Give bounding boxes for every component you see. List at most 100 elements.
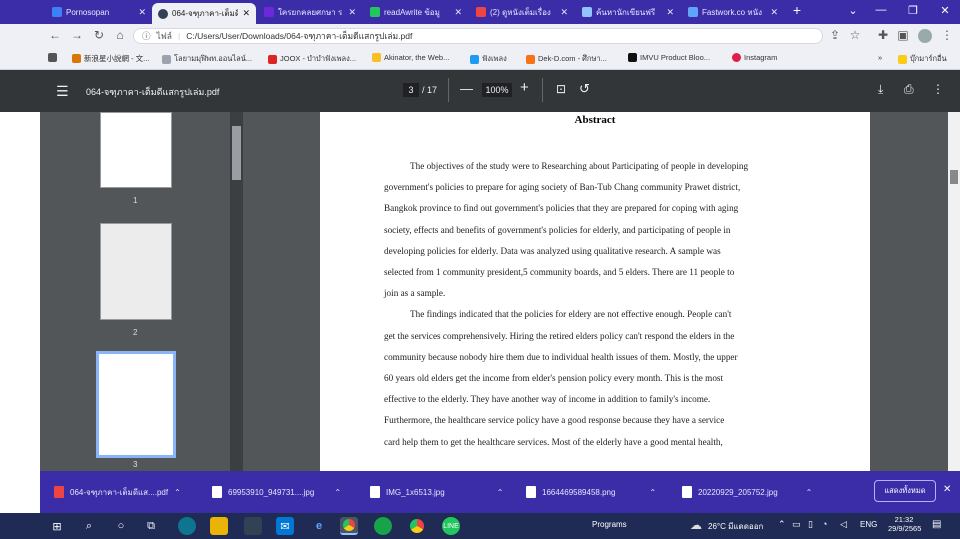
- extensions-icon[interactable]: ✚: [874, 28, 892, 42]
- close-icon[interactable]: ✕: [138, 7, 146, 18]
- reload-icon[interactable]: ↻: [90, 28, 108, 42]
- window-close-button[interactable]: ✕: [930, 4, 960, 17]
- close-icon[interactable]: ✕: [770, 7, 778, 18]
- show-all-downloads-button[interactable]: แสดงทั้งหมด: [874, 480, 936, 502]
- close-icon[interactable]: ✕: [454, 7, 462, 18]
- tab-favicon-icon: [582, 7, 592, 17]
- maximize-button[interactable]: ❐: [898, 4, 928, 17]
- rotate-icon[interactable]: ↺: [579, 81, 590, 97]
- download-item[interactable]: 064-จฑุภาคา-เต็มดีแส....pdf ⌃: [54, 483, 181, 501]
- file-explorer-icon[interactable]: [210, 517, 228, 535]
- back-icon[interactable]: ←: [46, 28, 64, 42]
- thumbnail-page-3[interactable]: [96, 351, 176, 458]
- tab-4[interactable]: (2) ดูหนังเต็มเรื่อง ✕: [470, 2, 574, 22]
- minimize-button[interactable]: —: [866, 4, 896, 16]
- bookmark-star-icon[interactable]: ☆: [846, 28, 864, 42]
- chevron-up-icon[interactable]: ⌃: [806, 488, 813, 497]
- text-line: effective to the elderly. They have anot…: [384, 394, 711, 405]
- new-tab-button[interactable]: +: [782, 2, 812, 18]
- tab-label: (2) ดูหนังเต็มเรื่อง: [490, 7, 551, 17]
- wifi-icon[interactable]: ◔: [822, 519, 827, 529]
- tab-search-icon[interactable]: ⌄: [838, 4, 868, 17]
- app-icon[interactable]: [374, 517, 392, 535]
- bookmarks-overflow-icon[interactable]: »: [878, 53, 882, 62]
- bookmark-item[interactable]: Dek-D.com - ศึกษา...: [526, 53, 607, 65]
- avatar[interactable]: [918, 29, 932, 43]
- share-icon[interactable]: ⇪: [826, 28, 844, 42]
- language-indicator[interactable]: ENG: [860, 520, 877, 529]
- store-icon[interactable]: [244, 517, 262, 535]
- bookmark-item[interactable]: 新浪星小說網 - 文...: [72, 53, 149, 64]
- menu-hamburger-icon[interactable]: ☰: [56, 83, 69, 100]
- tray-chevron-icon[interactable]: ⌃: [778, 519, 786, 530]
- edge-icon[interactable]: [178, 517, 196, 535]
- apps-icon[interactable]: [48, 53, 57, 62]
- viewer-scrollbar[interactable]: [948, 112, 960, 471]
- weather-label[interactable]: 26°C มีแดดออก: [708, 520, 763, 533]
- tab-6[interactable]: Fastwork.co หนัง ✕: [682, 2, 784, 22]
- download-item[interactable]: 69953910_949731....jpg ⌃: [212, 483, 341, 501]
- bookmark-item[interactable]: JOOX - บำบำฟังเพลง...: [268, 53, 356, 65]
- zoom-out-button[interactable]: —: [460, 81, 473, 96]
- bookmark-item[interactable]: IMVU Product Bloo...: [628, 53, 710, 62]
- bookmark-item[interactable]: ฟังเพลง: [470, 53, 507, 65]
- bookmark-item[interactable]: Akinator, the Web...: [372, 53, 449, 62]
- sidepanel-icon[interactable]: ▣: [894, 28, 912, 42]
- tab-0[interactable]: Pornosopan ✕: [46, 2, 152, 22]
- zoom-in-button[interactable]: +: [520, 79, 529, 96]
- notification-icon[interactable]: ▤: [932, 519, 941, 530]
- cortana-icon[interactable]: ○: [112, 517, 130, 535]
- task-view-icon[interactable]: ⧉: [142, 517, 160, 535]
- bookmark-item[interactable]: โลยามมุฬิพท.ออนไลน์...: [162, 53, 252, 65]
- viewer-scroll-thumb[interactable]: [950, 170, 958, 184]
- thumbnail-page-2[interactable]: [100, 223, 172, 320]
- chevron-up-icon[interactable]: ⌃: [649, 488, 656, 497]
- sidebar-scroll-thumb[interactable]: [232, 126, 241, 180]
- omnibox[interactable]: ⓘ ไฟล์ | C:/Users/User/Downloads/064-จฑุ…: [133, 28, 823, 44]
- fit-page-icon[interactable]: ⊡: [556, 82, 566, 96]
- mail-icon[interactable]: ✉: [276, 517, 294, 535]
- close-downloads-icon[interactable]: ✕: [943, 484, 951, 495]
- thumbnail-label: 3: [133, 460, 138, 469]
- search-icon[interactable]: ⌕: [80, 517, 98, 535]
- chevron-up-icon[interactable]: ⌃: [334, 488, 341, 497]
- menu-icon[interactable]: ⋮: [938, 28, 956, 42]
- taskbar-search-label[interactable]: Programs: [592, 520, 627, 529]
- forward-icon[interactable]: →: [68, 28, 86, 42]
- download-item[interactable]: 20220929_205752.jpg ⌃: [682, 483, 812, 501]
- more-options-icon[interactable]: ⋮: [932, 82, 944, 96]
- print-icon[interactable]: ⎙: [904, 82, 914, 97]
- tab-1[interactable]: 064-จฑุภาคา-เต็มดี ✕: [152, 3, 256, 24]
- download-item[interactable]: 1664469589458.png ⌃: [526, 483, 656, 501]
- ie-icon[interactable]: e: [310, 517, 328, 535]
- network-icon[interactable]: ▭: [792, 519, 801, 530]
- info-icon[interactable]: ⓘ: [142, 30, 151, 42]
- zoom-input[interactable]: 100%: [482, 83, 512, 97]
- battery-icon[interactable]: ▯: [808, 519, 813, 530]
- close-icon[interactable]: ✕: [560, 7, 568, 18]
- close-icon[interactable]: ✕: [242, 8, 250, 19]
- tab-5[interactable]: ค้นหานักเขียนฟรี ✕: [576, 2, 680, 22]
- download-icon[interactable]: ⤓: [878, 82, 883, 97]
- tab-3[interactable]: readAwrite ข้อมู ✕: [364, 2, 468, 22]
- chrome-icon[interactable]: [340, 517, 358, 535]
- page-number-input[interactable]: 3: [403, 83, 419, 97]
- volume-icon[interactable]: ◁: [840, 519, 847, 530]
- url-text[interactable]: C:/Users/User/Downloads/064-จฑุภาคา-เต็ม…: [186, 29, 412, 43]
- thumbnail-page-1[interactable]: [100, 112, 172, 188]
- start-icon[interactable]: ⊞: [48, 517, 66, 535]
- chrome-profile-icon[interactable]: [408, 517, 426, 535]
- close-icon[interactable]: ✕: [348, 7, 356, 18]
- line-icon[interactable]: LINE: [442, 517, 460, 535]
- bookmarks-bar: 新浪星小說網 - 文... โลยามมุฬิพท.ออนไลน์... JOO…: [0, 48, 960, 70]
- download-item[interactable]: IMG_1x6513.jpg ⌃: [370, 483, 503, 501]
- chevron-up-icon[interactable]: ⌃: [174, 488, 181, 497]
- chevron-up-icon[interactable]: ⌃: [497, 488, 504, 497]
- close-icon[interactable]: ✕: [666, 7, 674, 18]
- home-icon[interactable]: ⌂: [111, 28, 129, 42]
- clock[interactable]: 21:32 29/9/2565: [888, 515, 921, 533]
- other-bookmarks[interactable]: บุ๊กมาร์กอื่น: [898, 53, 947, 65]
- tab-2[interactable]: ใครยกคลยศกษา ร ✕: [258, 2, 362, 22]
- bookmark-item[interactable]: Instagram: [732, 53, 777, 62]
- bookmark-favicon-icon: [526, 54, 535, 64]
